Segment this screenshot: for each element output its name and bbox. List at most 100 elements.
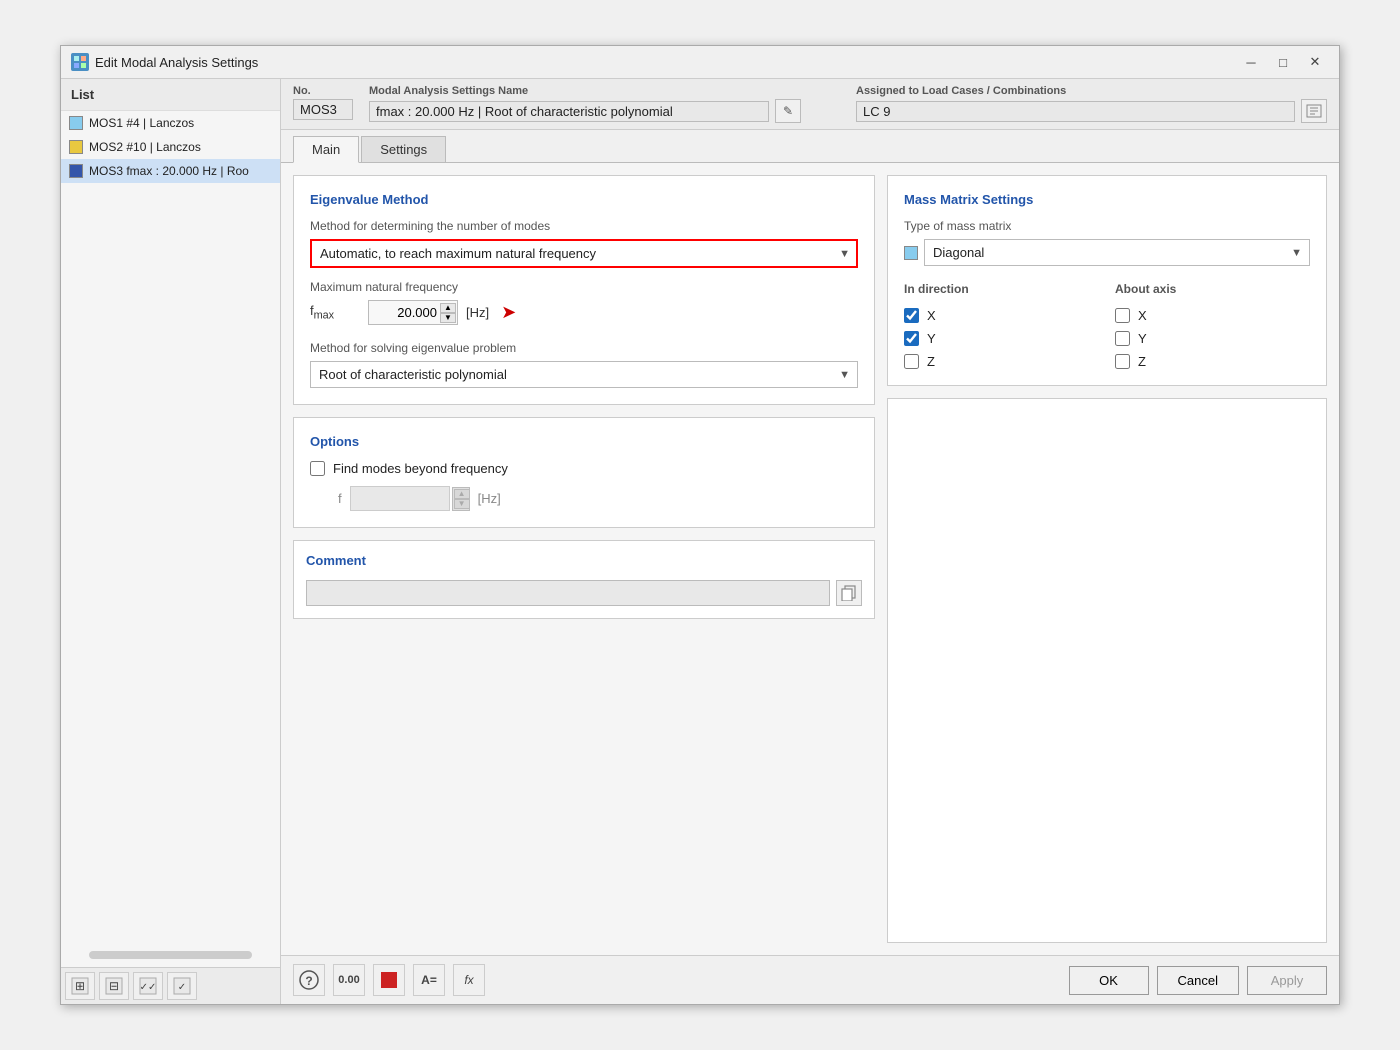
color-box (381, 972, 397, 988)
dir-x-row: X (904, 308, 1099, 323)
options-section: Options Find modes beyond frequency f ▲ (293, 417, 875, 528)
decimal-button[interactable]: 0.00 (333, 964, 365, 996)
mass-type-color (904, 246, 918, 260)
mass-matrix-title: Mass Matrix Settings (904, 192, 1310, 207)
axis-y-label: Y (1138, 331, 1147, 346)
maximize-button[interactable]: □ (1269, 52, 1297, 72)
name-edit-button[interactable]: ✎ (775, 99, 801, 123)
comment-copy-btn[interactable] (836, 580, 862, 606)
comment-input[interactable] (306, 580, 830, 606)
mos2-label: MOS2 #10 | Lanczos (89, 140, 201, 154)
axis-z-checkbox[interactable] (1115, 354, 1130, 369)
comment-section: Comment (293, 540, 875, 619)
font-button[interactable]: A= (413, 964, 445, 996)
name-field: Modal Analysis Settings Name fmax : 20.0… (369, 85, 840, 123)
mass-matrix-grid: In direction X Y (904, 282, 1310, 369)
find-modes-checkbox[interactable] (310, 461, 325, 476)
left-panel: Eigenvalue Method Method for determining… (293, 175, 875, 943)
dir-y-row: Y (904, 331, 1099, 346)
solve-label: Method for solving eigenvalue problem (310, 341, 858, 355)
sidebar-list: MOS1 #4 | Lanczos MOS2 #10 | Lanczos MOS… (61, 111, 280, 943)
fmax-unit: [Hz] (466, 305, 489, 320)
mass-type-wrapper: Diagonal Consistent ▼ (904, 239, 1310, 266)
mos1-label: MOS1 #4 | Lanczos (89, 116, 194, 130)
mass-type-label: Type of mass matrix (904, 219, 1310, 233)
sidebar-item-mos3[interactable]: MOS3 fmax : 20.000 Hz | Roo (61, 159, 280, 183)
dir-x-checkbox[interactable] (904, 308, 919, 323)
sidebar-check-btn[interactable]: ✓ (167, 972, 197, 1000)
f-input-row: f ▲ ▼ ▶ [Hz] (310, 486, 858, 511)
comment-input-row (306, 580, 862, 606)
eigenvalue-section: Eigenvalue Method Method for determining… (293, 175, 875, 405)
bottom-icons: ? 0.00 A= fx (293, 964, 485, 996)
axis-y-row: Y (1115, 331, 1310, 346)
assigned-edit-button[interactable] (1301, 99, 1327, 123)
bottom-buttons: OK Cancel Apply (1069, 966, 1327, 995)
tabs-bar: Main Settings (281, 130, 1339, 163)
minimize-button[interactable]: ─ (1237, 52, 1265, 72)
svg-text:⊞: ⊞ (75, 979, 85, 993)
cancel-button[interactable]: Cancel (1157, 966, 1239, 995)
axis-x-checkbox[interactable] (1115, 308, 1130, 323)
formula-label: fx (464, 973, 473, 987)
fmax-row: fmax ▲ ▼ [Hz] ➤ (310, 300, 858, 325)
f-down-btn: ▼ (454, 499, 470, 509)
sidebar-header: List (61, 79, 280, 111)
solve-dropdown[interactable]: Root of characteristic polynomial Lanczo… (310, 361, 858, 388)
fmax-input-wrapper: ▲ ▼ (368, 300, 458, 325)
fmax-down-btn[interactable]: ▼ (440, 313, 456, 323)
color-button[interactable] (373, 964, 405, 996)
font-label: A= (421, 973, 437, 987)
direction-section: In direction X Y (904, 282, 1099, 369)
fmax-spinner: ▲ ▼ (440, 303, 456, 323)
sidebar: List MOS1 #4 | Lanczos MOS2 #10 | Lanczo… (61, 79, 281, 1004)
ok-button[interactable]: OK (1069, 966, 1149, 995)
dir-z-label: Z (927, 354, 935, 369)
right-empty-panel (887, 398, 1327, 943)
find-modes-label: Find modes beyond frequency (333, 461, 508, 476)
solve-dropdown-wrapper: Root of characteristic polynomial Lanczo… (310, 361, 858, 388)
tab-settings[interactable]: Settings (361, 136, 446, 162)
apply-button[interactable]: Apply (1247, 966, 1327, 995)
axis-x-row: X (1115, 308, 1310, 323)
dir-x-label: X (927, 308, 936, 323)
mass-type-dropdown[interactable]: Diagonal Consistent (924, 239, 1310, 266)
mos3-color (69, 164, 83, 178)
f-unit: [Hz] (478, 491, 501, 506)
f-label: f (338, 491, 342, 506)
header-row: No. MOS3 Modal Analysis Settings Name fm… (281, 79, 1339, 130)
assigned-label: Assigned to Load Cases / Combinations (856, 85, 1327, 97)
svg-text:⊟: ⊟ (109, 979, 119, 993)
axis-section: About axis X Y (1115, 282, 1310, 369)
sidebar-item-mos1[interactable]: MOS1 #4 | Lanczos (61, 111, 280, 135)
sidebar-add-btn[interactable]: ⊞ (65, 972, 95, 1000)
sidebar-remove-btn[interactable]: ⊟ (99, 972, 129, 1000)
svg-text:✓✓: ✓✓ (140, 982, 157, 993)
sidebar-item-mos2[interactable]: MOS2 #10 | Lanczos (61, 135, 280, 159)
tab-main[interactable]: Main (293, 136, 359, 163)
formula-button[interactable]: fx (453, 964, 485, 996)
bottom-bar: ? 0.00 A= fx OK (281, 955, 1339, 1004)
fmax-sub: max (314, 310, 334, 322)
dir-z-checkbox[interactable] (904, 354, 919, 369)
no-field: No. MOS3 (293, 85, 353, 123)
main-window: Edit Modal Analysis Settings ─ □ ✕ List … (60, 45, 1340, 1005)
content-area: List MOS1 #4 | Lanczos MOS2 #10 | Lanczo… (61, 79, 1339, 1004)
right-panel: Mass Matrix Settings Type of mass matrix… (887, 175, 1327, 943)
method-dropdown[interactable]: Automatic, to reach maximum natural freq… (310, 239, 858, 268)
assigned-field: Assigned to Load Cases / Combinations LC… (856, 85, 1327, 123)
close-button[interactable]: ✕ (1301, 52, 1329, 72)
find-modes-row: Find modes beyond frequency (310, 461, 858, 476)
dir-z-row: Z (904, 354, 1099, 369)
name-value: fmax : 20.000 Hz | Root of characteristi… (369, 101, 769, 122)
fmax-up-btn[interactable]: ▲ (440, 303, 456, 313)
dir-y-checkbox[interactable] (904, 331, 919, 346)
help-button[interactable]: ? (293, 964, 325, 996)
name-label: Modal Analysis Settings Name (369, 85, 840, 97)
about-axis-label: About axis (1115, 282, 1310, 296)
svg-text:?: ? (305, 974, 312, 988)
sidebar-checkall-btn[interactable]: ✓✓ (133, 972, 163, 1000)
eigenvalue-title: Eigenvalue Method (310, 192, 858, 207)
dir-y-label: Y (927, 331, 936, 346)
axis-y-checkbox[interactable] (1115, 331, 1130, 346)
